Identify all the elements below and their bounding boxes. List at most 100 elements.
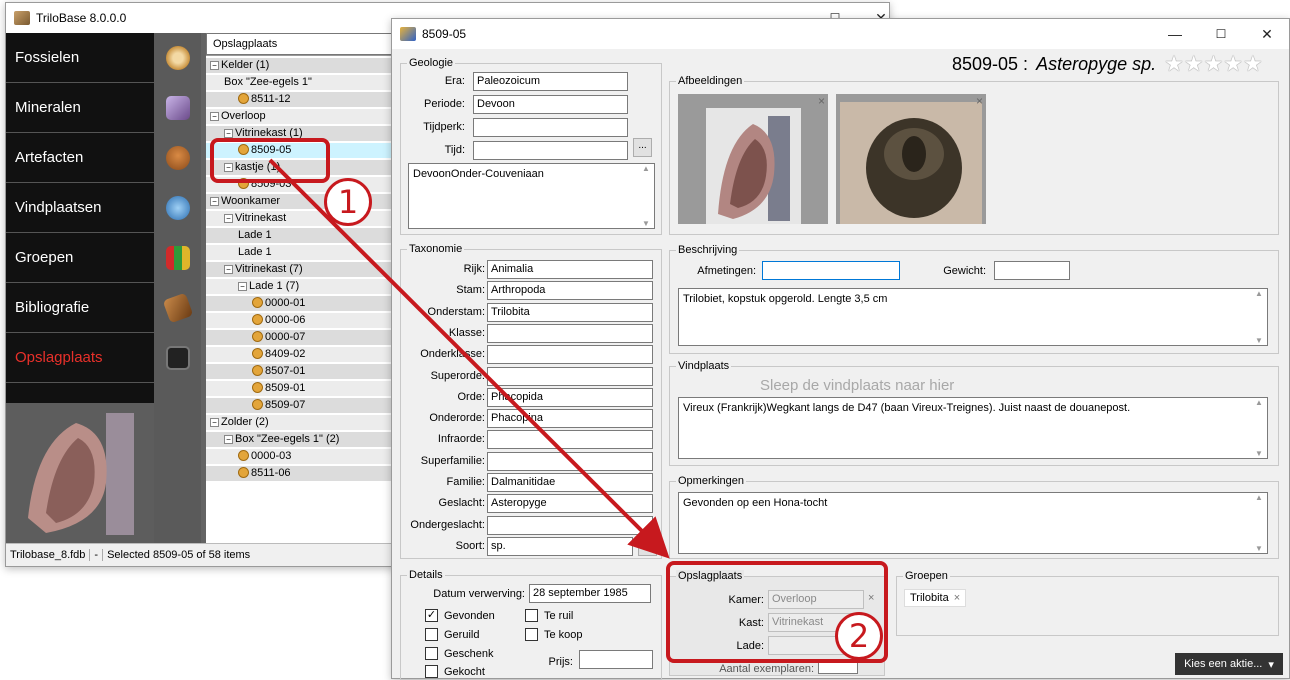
remove-tag-icon[interactable]: × (954, 592, 960, 604)
gewicht-field[interactable] (994, 261, 1070, 280)
tree-row[interactable] (206, 466, 406, 481)
tree-row[interactable] (206, 381, 406, 396)
ammonite-icon[interactable] (166, 46, 190, 70)
taxonomie-field[interactable] (487, 366, 653, 386)
taxonomie-field[interactable]: Dalmanitidae (487, 473, 653, 492)
minimize-icon[interactable]: — (1152, 19, 1198, 49)
tree-node[interactable]: − Vitrinekast (224, 211, 286, 226)
soort-browse-button[interactable]: ... (638, 537, 657, 556)
opmerkingen-text[interactable]: Gevonden op een Hona-tocht ▲ ▼ (678, 492, 1268, 554)
tree-node[interactable]: 0000-01 (252, 296, 305, 311)
taxonomie-field[interactable]: sp. (487, 536, 633, 556)
checkbox-box[interactable] (525, 609, 538, 622)
geologie-field[interactable] (473, 141, 628, 160)
image-slot-1[interactable]: × (678, 94, 828, 224)
tree-row[interactable] (206, 364, 406, 379)
checkbox-box[interactable] (425, 665, 438, 678)
beschrijving-text[interactable]: Trilobiet, kopstuk opgerold. Lengte 3,5 … (678, 288, 1268, 346)
geologie-notes[interactable]: DevoonOnder-Couveniaan ▲ ▼ (408, 163, 655, 229)
checkbox-box[interactable]: ✓ (425, 609, 438, 622)
nav-item[interactable]: Bibliografie (6, 283, 154, 333)
geologie-field[interactable]: Devoon (473, 95, 628, 114)
tree-node[interactable]: − Lade 1 (7) (238, 279, 299, 294)
tree-expander-icon[interactable]: − (210, 197, 219, 206)
tree-expander-icon[interactable]: − (210, 61, 219, 70)
pottery-icon[interactable] (166, 146, 190, 170)
storage-tree[interactable]: − Kelder (1) Box "Zee-egels 1" 8511-12 − Over… (206, 55, 406, 543)
tree-expander-icon[interactable]: − (224, 265, 233, 274)
taxonomie-field[interactable] (487, 515, 653, 535)
image-slot-2[interactable]: × (836, 94, 986, 224)
afmetingen-field[interactable] (762, 261, 900, 280)
tree-expander-icon[interactable]: − (210, 112, 219, 121)
tree-row[interactable] (206, 296, 406, 311)
geologie-field[interactable] (473, 118, 628, 137)
taxonomie-field[interactable]: Phacopida (487, 387, 653, 407)
remove-image-icon[interactable]: × (818, 94, 825, 108)
tree-row[interactable] (206, 347, 406, 362)
checkbox-box[interactable] (525, 628, 538, 641)
tree-row[interactable] (206, 279, 406, 294)
tree-node[interactable]: 8507-01 (252, 364, 305, 379)
book-icon[interactable] (162, 292, 194, 324)
tree-row[interactable] (206, 313, 406, 328)
tree-node[interactable]: − Zolder (2) (210, 415, 269, 430)
maximize-icon[interactable]: ☐ (1198, 19, 1244, 49)
globe-icon[interactable] (166, 196, 190, 220)
tree-node[interactable]: − Box "Zee-egels 1" (2) (224, 432, 339, 447)
tree-node[interactable]: 0000-07 (252, 330, 305, 345)
tree-expander-icon[interactable]: − (224, 129, 233, 138)
prijs-field[interactable] (579, 650, 653, 669)
vindplaats-text[interactable]: Vireux (Frankrijk)Wegkant langs de D47 (… (678, 397, 1268, 459)
crystal-icon[interactable] (166, 96, 190, 120)
taxonomie-field[interactable]: Phacopina (487, 409, 653, 429)
checkbox-box[interactable] (425, 647, 438, 660)
folders-icon[interactable] (166, 246, 190, 270)
checkbox[interactable]: Geschenk (425, 647, 494, 660)
tijd-browse-button[interactable]: ... (633, 138, 652, 157)
tree-node[interactable]: 8511-06 (238, 466, 291, 481)
nav-item[interactable]: Fossielen (6, 33, 154, 83)
tree-node[interactable]: − Kelder (1) (210, 58, 269, 73)
geologie-field[interactable]: Paleozoicum (473, 72, 628, 91)
nav-item[interactable]: Mineralen (6, 83, 154, 133)
checkbox[interactable]: Te koop (525, 628, 583, 641)
nav-item[interactable]: Vindplaatsen (6, 183, 154, 233)
checkbox[interactable]: Te ruil (525, 609, 573, 622)
taxonomie-field[interactable]: Animalia (487, 260, 653, 279)
tree-node[interactable]: − Vitrinekast (7) (224, 262, 303, 277)
checkbox[interactable]: ✓ Gevonden (425, 609, 495, 622)
taxonomie-field[interactable] (487, 451, 653, 471)
nav-item[interactable]: Groepen (6, 233, 154, 283)
checkbox-box[interactable] (425, 628, 438, 641)
taxonomie-field[interactable] (487, 430, 653, 450)
tree-node[interactable]: Box "Zee-egels 1" (224, 75, 312, 90)
tree-row[interactable] (206, 92, 406, 107)
tree-node[interactable]: 8511-12 (238, 92, 291, 107)
tree-expander-icon[interactable]: − (224, 214, 233, 223)
group-tag[interactable]: Trilobita × (904, 589, 967, 607)
checkbox[interactable]: Gekocht (425, 665, 485, 678)
tree-node[interactable]: 8509-01 (252, 381, 305, 396)
nav-item[interactable]: Opslagplaats (6, 333, 154, 383)
close-icon[interactable]: ✕ (1244, 19, 1290, 49)
taxonomie-field[interactable] (487, 323, 653, 343)
checkbox[interactable]: Geruild (425, 628, 479, 641)
scrollbar[interactable]: ▲ ▼ (1251, 398, 1267, 458)
scrollbar[interactable]: ▲ ▼ (638, 164, 654, 228)
scrollbar[interactable]: ▲ ▼ (1251, 493, 1267, 553)
tree-node[interactable]: 0000-06 (252, 313, 305, 328)
tree-node[interactable]: 0000-03 (238, 449, 291, 464)
taxonomie-field[interactable]: Trilobita (487, 302, 653, 322)
tree-node[interactable]: 8409-02 (252, 347, 305, 362)
tree-row[interactable] (206, 449, 406, 464)
vindplaats-drop-hint[interactable]: Sleep de vindplaats naar hier (760, 377, 954, 394)
tree-node[interactable]: 8509-07 (252, 398, 305, 413)
tree-expander-icon[interactable]: − (238, 282, 247, 291)
tree-node[interactable]: Lade 1 (238, 245, 272, 260)
action-button[interactable]: Kies een aktie... ▾ (1175, 653, 1283, 675)
taxonomie-field[interactable] (487, 345, 653, 365)
tree-expander-icon[interactable]: − (210, 418, 219, 427)
tree-node[interactable]: − Overloop (210, 109, 266, 124)
tree-node[interactable]: Lade 1 (238, 228, 272, 243)
